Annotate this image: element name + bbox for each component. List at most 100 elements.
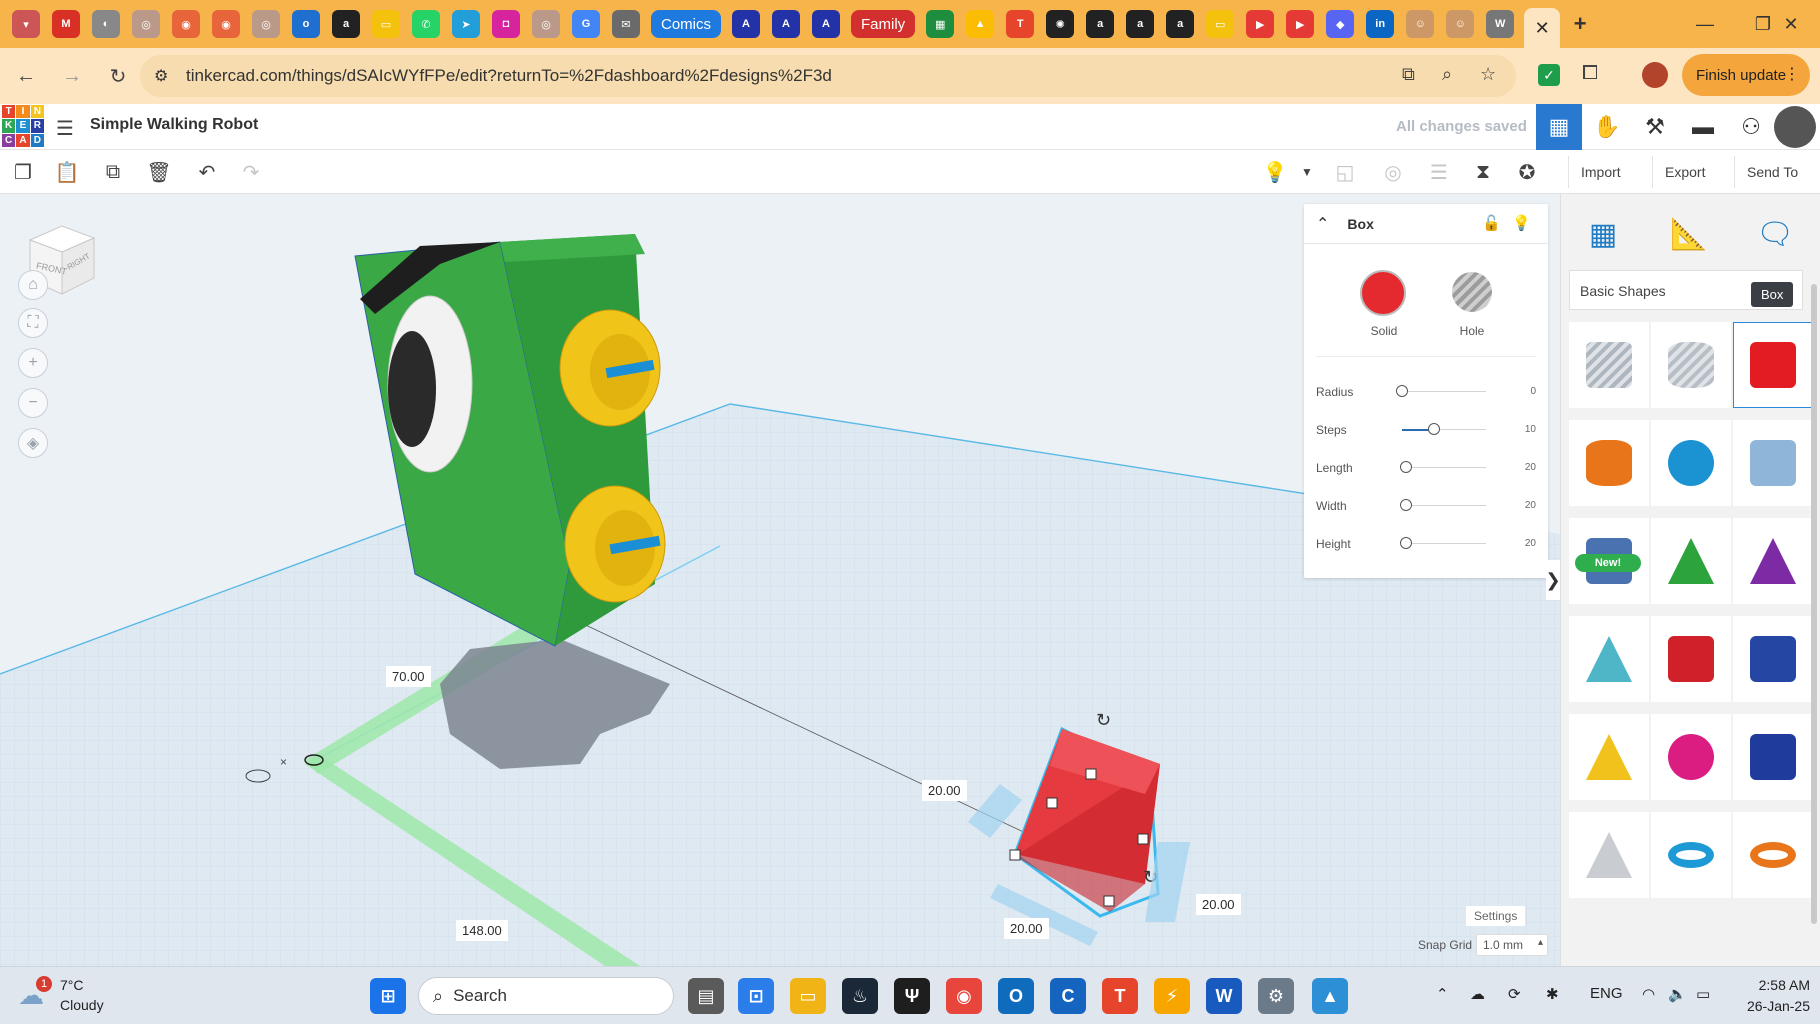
- solid-color-swatch[interactable]: [1360, 270, 1406, 316]
- paste-icon[interactable]: 📋: [52, 158, 82, 186]
- round-roof-shape[interactable]: [1569, 616, 1649, 702]
- chatgpt-tab-icon[interactable]: ✺: [1046, 10, 1075, 38]
- box-shape[interactable]: [1733, 322, 1813, 408]
- amazon-tab-icon[interactable]: a: [1086, 10, 1115, 38]
- box-handle[interactable]: [1137, 833, 1149, 845]
- site-info-icon[interactable]: ⚙: [154, 66, 168, 86]
- notes-icon[interactable]: 🗨: [1751, 210, 1799, 258]
- box-handle[interactable]: [1046, 797, 1058, 809]
- box-handle[interactable]: [1085, 768, 1097, 780]
- linkedin-tab-icon[interactable]: in: [1366, 10, 1395, 38]
- bluetooth-icon[interactable]: ✱: [1546, 985, 1559, 1003]
- amazon-tab-icon[interactable]: a: [1126, 10, 1155, 38]
- chevron-down-icon[interactable]: ▼: [1292, 158, 1322, 186]
- chevron-up-icon[interactable]: ⌃: [1316, 214, 1329, 234]
- tab-favicon[interactable]: ▭: [372, 10, 400, 38]
- minimize-icon[interactable]: —: [1676, 0, 1734, 48]
- new-tab-icon[interactable]: +: [1566, 10, 1594, 38]
- zoom-icon[interactable]: ⌕: [1442, 64, 1452, 85]
- light-bulb-icon[interactable]: 💡: [1512, 214, 1531, 232]
- slider-knob[interactable]: [1400, 537, 1413, 549]
- slider-knob[interactable]: [1400, 499, 1413, 511]
- window-close-icon[interactable]: ✕: [1762, 0, 1820, 48]
- group-icon[interactable]: ◱: [1330, 158, 1360, 186]
- user-avatar[interactable]: [1774, 106, 1816, 148]
- tab-favicon[interactable]: A: [812, 10, 841, 38]
- reddit-tab-icon[interactable]: ◉: [172, 10, 200, 38]
- undo-icon[interactable]: ↶: [192, 158, 222, 186]
- sim-lab-icon[interactable]: ⚒: [1632, 104, 1678, 150]
- store-icon[interactable]: ⊡: [738, 978, 774, 1014]
- predator-icon[interactable]: Ψ: [894, 978, 930, 1014]
- chrome-icon[interactable]: ◉: [946, 978, 982, 1014]
- send-to-button[interactable]: Send To: [1734, 156, 1810, 188]
- home-view-icon[interactable]: ⌂: [18, 270, 48, 300]
- ruler-x-value[interactable]: 70.00: [386, 666, 431, 687]
- slider-knob[interactable]: [1396, 385, 1408, 397]
- tab-favicon[interactable]: A: [772, 10, 801, 38]
- radius-value[interactable]: 0: [1530, 386, 1536, 397]
- bookmark-star-icon[interactable]: ☆: [1480, 64, 1496, 85]
- export-button[interactable]: Export: [1652, 156, 1717, 188]
- briefcase-icon[interactable]: ▬: [1680, 104, 1726, 150]
- box-length-value[interactable]: 20.00: [922, 780, 967, 801]
- extension-check-icon[interactable]: ✓: [1538, 64, 1560, 86]
- pyramid-shape[interactable]: [1569, 714, 1649, 800]
- tab-favicon[interactable]: ◐: [92, 10, 120, 38]
- app-c-icon[interactable]: C: [1050, 978, 1086, 1014]
- tube-shape[interactable]: [1733, 812, 1813, 898]
- tab-favicon[interactable]: ◎: [252, 10, 280, 38]
- tab-favicon[interactable]: ✉: [612, 10, 640, 38]
- settings-icon[interactable]: ⚙: [1258, 978, 1294, 1014]
- steam-icon[interactable]: ♨: [842, 978, 878, 1014]
- settings-button[interactable]: Settings: [1466, 906, 1526, 926]
- box-height-value[interactable]: 20.00: [1196, 894, 1241, 915]
- url-input[interactable]: ⚙ tinkercad.com/things/dSAIcWYfFPe/edit?…: [140, 55, 1516, 97]
- task-view-icon[interactable]: ▤: [688, 978, 724, 1014]
- finish-update-button[interactable]: Finish update ⋮: [1682, 54, 1810, 96]
- roof-shape[interactable]: [1651, 518, 1731, 604]
- tab-group-comics[interactable]: Comics: [651, 10, 722, 38]
- reload-icon[interactable]: ↻: [98, 56, 138, 96]
- zoom-in-icon[interactable]: +: [18, 348, 48, 378]
- battery-icon[interactable]: ▭: [1696, 985, 1710, 1003]
- tab-group-family[interactable]: Family: [851, 10, 916, 38]
- polygon-shape[interactable]: [1733, 714, 1813, 800]
- wedge-shape[interactable]: [1733, 616, 1813, 702]
- panel-scrollbar[interactable]: [1811, 284, 1817, 924]
- youtube-tab-icon[interactable]: ▶: [1286, 10, 1315, 38]
- sphere-shape[interactable]: [1651, 420, 1731, 506]
- back-icon[interactable]: ←: [6, 56, 46, 96]
- box-handle[interactable]: [1103, 895, 1115, 907]
- ungroup-icon[interactable]: ◎: [1378, 158, 1408, 186]
- profile-avatar[interactable]: [1642, 62, 1668, 88]
- duplicate-icon[interactable]: ⧉: [98, 158, 128, 186]
- wikipedia-tab-icon[interactable]: W: [1486, 10, 1515, 38]
- steps-slider[interactable]: Steps 10: [1316, 420, 1538, 440]
- open-in-app-icon[interactable]: ⧉: [1402, 64, 1415, 85]
- tab-favicon[interactable]: ☺: [1406, 10, 1435, 38]
- instagram-tab-icon[interactable]: ◘: [492, 10, 520, 38]
- zoom-out-icon[interactable]: −: [18, 388, 48, 418]
- gmail-tab-icon[interactable]: M: [52, 10, 80, 38]
- whatsapp-tab-icon[interactable]: ✆: [412, 10, 440, 38]
- width-slider[interactable]: Width 20: [1316, 496, 1538, 516]
- length-value[interactable]: 20: [1525, 462, 1536, 473]
- box-hole-shape[interactable]: [1569, 322, 1649, 408]
- torus-shape[interactable]: [1651, 812, 1731, 898]
- collapse-panel-icon[interactable]: ❯: [1545, 560, 1561, 600]
- active-tab-close-icon[interactable]: ✕: [1524, 8, 1561, 48]
- drive-tab-icon[interactable]: ▲: [966, 10, 995, 38]
- extensions-puzzle-icon[interactable]: ⧠: [1582, 62, 1598, 85]
- tab-favicon[interactable]: ◎: [132, 10, 160, 38]
- telegram-tab-icon[interactable]: ➤: [452, 10, 480, 38]
- slider-knob[interactable]: [1400, 461, 1413, 473]
- cylinder-shape[interactable]: [1569, 420, 1649, 506]
- hole-swatch[interactable]: [1452, 272, 1492, 312]
- align-icon[interactable]: ☰: [1424, 158, 1454, 186]
- tab-favicon[interactable]: ◎: [532, 10, 560, 38]
- tinkercad-tab-icon[interactable]: T: [1006, 10, 1035, 38]
- sheets-tab-icon[interactable]: ▦: [926, 10, 955, 38]
- height-slider[interactable]: Height 20: [1316, 534, 1538, 554]
- workplane-grid-icon[interactable]: ▦: [1579, 210, 1627, 258]
